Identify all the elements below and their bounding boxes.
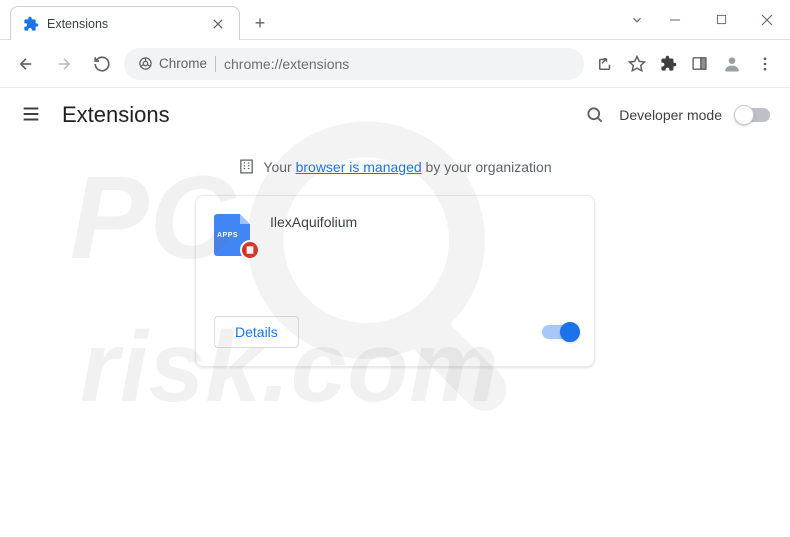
managed-suffix: by your organization [422, 159, 552, 175]
developer-mode-toggle[interactable] [736, 108, 770, 122]
window-minimize-button[interactable] [652, 4, 698, 36]
share-icon[interactable] [596, 55, 614, 73]
url-text: chrome://extensions [224, 56, 349, 72]
scheme-label: Chrome [159, 56, 207, 71]
new-tab-button[interactable]: + [246, 9, 274, 37]
extension-icon: APPS [214, 214, 254, 254]
apps-badge-text: APPS [217, 232, 238, 239]
building-icon [238, 158, 255, 175]
caret-down-icon [630, 13, 644, 27]
forward-button[interactable] [48, 48, 80, 80]
chrome-scheme-chip: Chrome [138, 56, 207, 71]
hamburger-menu-icon[interactable] [20, 103, 44, 127]
page-header: Extensions Developer mode [0, 88, 790, 142]
extension-card: APPS IlexAquifolium Details [195, 195, 595, 367]
window-maximize-button[interactable] [698, 4, 744, 36]
page-title: Extensions [62, 102, 585, 128]
managed-link[interactable]: browser is managed [296, 159, 422, 175]
browser-toolbar: Chrome chrome://extensions [0, 40, 790, 88]
address-bar[interactable]: Chrome chrome://extensions [124, 48, 584, 80]
extension-name: IlexAquifolium [270, 214, 357, 306]
back-button[interactable] [10, 48, 42, 80]
extension-puzzle-icon [23, 16, 39, 32]
search-icon[interactable] [585, 105, 605, 125]
developer-mode-label: Developer mode [619, 107, 722, 123]
tab-strip: Extensions + [10, 6, 274, 40]
profile-avatar-icon[interactable] [722, 54, 742, 74]
details-button[interactable]: Details [214, 316, 299, 348]
extensions-page: Extensions Developer mode Your browser i… [0, 88, 790, 367]
kebab-menu-icon[interactable] [756, 55, 774, 73]
omnibox-divider [215, 56, 216, 72]
reload-button[interactable] [86, 48, 118, 80]
tab-title: Extensions [47, 17, 209, 31]
bookmark-star-icon[interactable] [628, 55, 646, 73]
tab-close-button[interactable] [209, 19, 227, 29]
window-close-button[interactable] [744, 4, 790, 36]
browser-tab[interactable]: Extensions [10, 6, 240, 40]
managed-notice: Your browser is managed by your organiza… [0, 142, 790, 195]
extensions-puzzle-icon[interactable] [660, 55, 677, 72]
managed-prefix: Your [263, 159, 295, 175]
org-badge-icon [240, 240, 260, 260]
extension-enable-toggle[interactable] [542, 325, 576, 339]
sidepanel-icon[interactable] [691, 55, 708, 72]
